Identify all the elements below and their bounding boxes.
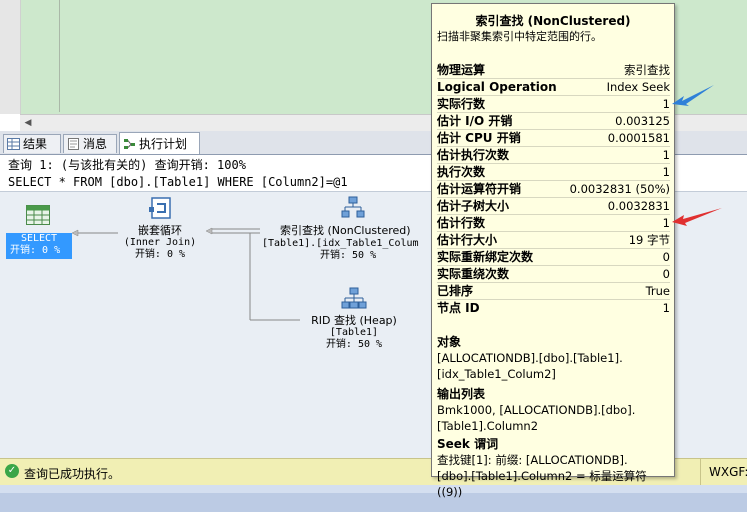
row-label: 估计 I/O 开销 (437, 114, 513, 128)
tooltip-row: 已排序 True (437, 283, 670, 300)
select-node[interactable]: SELECT 开销: 0 % (6, 233, 72, 259)
tooltip-row: 估计行数 1 (437, 215, 670, 232)
row-label: 实际行数 (437, 97, 486, 111)
rid-lookup-icon[interactable] (341, 287, 367, 314)
nested-loops-node[interactable]: 嵌套循环 (Inner Join) 开销: 0 % (110, 225, 210, 261)
row-value: 0.0032831 (607, 199, 670, 213)
row-label: 估计 CPU 开销 (437, 131, 521, 145)
object-heading: 对象 (437, 335, 462, 349)
row-label: 已排序 (437, 284, 474, 298)
red-annotation-arrow-icon (672, 208, 722, 226)
output-heading: 输出列表 (437, 387, 486, 401)
tooltip-title: 索引查找 (NonClustered) (475, 14, 631, 28)
row-value: 0.0032831 (50%) (569, 182, 670, 196)
select-node-icon[interactable] (26, 205, 50, 228)
object-line: [ALLOCATIONDB].[dbo].[Table1]. (437, 351, 623, 365)
seek-line: ((9)) (437, 485, 463, 499)
nested-loops-icon[interactable] (149, 196, 175, 223)
row-label: 估计子树大小 (437, 199, 510, 213)
row-value: 19 字节 (628, 233, 670, 247)
operator-tooltip: 索引查找 (NonClustered) 扫描非聚集索引中特定范围的行。 物理运算… (431, 3, 675, 499)
object-line: [idx_Table1_Colum2] (437, 367, 556, 381)
row-value: Index Seek (606, 80, 670, 94)
row-value: 0.003125 (615, 114, 670, 128)
tooltip-properties: 物理运算 索引查找 Logical Operation Index Seek 实际行… (437, 62, 670, 316)
index-seek-cost: 开销: 50 % (320, 250, 377, 261)
row-label: 实际重新绑定次数 (437, 250, 534, 264)
select-node-cost: 开销: 0 % (10, 245, 61, 256)
tooltip-object-section: 对象 [ALLOCATIONDB].[dbo].[Table1]. [idx_T… (437, 334, 670, 382)
blue-annotation-arrow-icon (672, 85, 714, 106)
row-label: 估计行大小 (437, 233, 498, 247)
row-value: 0 (662, 267, 670, 281)
row-value: 1 (662, 165, 670, 179)
success-check-icon: ✓ (5, 464, 19, 478)
server-name: WXGF: (700, 459, 747, 485)
row-value: 索引查找 (624, 63, 670, 77)
index-seek-node[interactable]: 索引查找 (NonClustered) [Table1].[idx_Table1… (262, 225, 430, 262)
tooltip-row: 估计 CPU 开销 0.0001581 (437, 130, 670, 147)
tooltip-description: 扫描非聚集索引中特定范围的行。 (437, 30, 602, 43)
index-seek-name: 索引查找 (NonClustered) (280, 225, 411, 237)
rid-lookup-node[interactable]: RID 查找 (Heap) [Table1] 开销: 50 % (300, 315, 408, 351)
row-value: 1 (662, 216, 670, 230)
tooltip-output-section: 输出列表 Bmk1000, [ALLOCATIONDB].[dbo]. [Tab… (437, 386, 670, 434)
tooltip-row: 实际重新绑定次数 0 (437, 249, 670, 266)
output-line: [Table1].Column2 (437, 419, 539, 433)
nested-loops-cost: 开销: 0 % (134, 249, 186, 260)
seek-heading: Seek 谓词 (437, 437, 499, 451)
tooltip-row: 估计执行次数 1 (437, 147, 670, 164)
row-label: 执行次数 (437, 165, 486, 179)
nested-loops-name: 嵌套循环 (138, 224, 182, 237)
output-line: Bmk1000, [ALLOCATIONDB].[dbo]. (437, 403, 636, 417)
tooltip-row: 实际重绕次数 0 (437, 266, 670, 283)
row-value: 0.0001581 (607, 131, 670, 145)
row-value: 1 (662, 148, 670, 162)
status-message: 查询已成功执行。 (24, 467, 121, 481)
rid-lookup-name: RID 查找 (Heap) (311, 314, 397, 327)
row-label: 估计运算符开销 (437, 182, 522, 196)
tooltip-row: 节点 ID 1 (437, 300, 670, 316)
tooltip-row: 估计运算符开销 0.0032831 (50%) (437, 181, 670, 198)
row-label: 实际重绕次数 (437, 267, 510, 281)
tooltip-seek-section: Seek 谓词 查找键[1]: 前缀: [ALLOCATIONDB]. [dbo… (437, 436, 670, 500)
row-label: 节点 ID (437, 301, 480, 315)
row-value: 0 (662, 250, 670, 264)
rid-lookup-cost: 开销: 50 % (325, 339, 383, 350)
seek-line: [dbo].[Table1].Column2 = 标量运算符 (437, 469, 647, 483)
select-node-name: SELECT (20, 233, 58, 244)
row-label: 估计行数 (437, 216, 486, 230)
tooltip-row: Logical Operation Index Seek (437, 79, 670, 96)
nested-loops-sub: (Inner Join) (123, 237, 197, 248)
rid-lookup-sub: [Table1] (329, 327, 379, 338)
tooltip-row: 物理运算 索引查找 (437, 62, 670, 79)
row-label: 估计执行次数 (437, 148, 510, 162)
index-seek-sub: [Table1].[idx_Table1_Colum (262, 238, 419, 249)
row-value: True (645, 284, 670, 298)
tooltip-row: 估计子树大小 0.0032831 (437, 198, 670, 215)
seek-line: 查找键[1]: 前缀: [ALLOCATIONDB]. (437, 453, 628, 467)
row-label: 物理运算 (437, 63, 486, 77)
index-seek-icon[interactable] (341, 196, 365, 223)
row-label: Logical Operation (437, 80, 557, 94)
tooltip-row: 估计 I/O 开销 0.003125 (437, 113, 670, 130)
tooltip-row: 执行次数 1 (437, 164, 670, 181)
row-value: 1 (662, 97, 670, 111)
tooltip-row: 估计行大小 19 字节 (437, 232, 670, 249)
row-value: 1 (662, 301, 670, 315)
tooltip-row: 实际行数 1 (437, 96, 670, 113)
